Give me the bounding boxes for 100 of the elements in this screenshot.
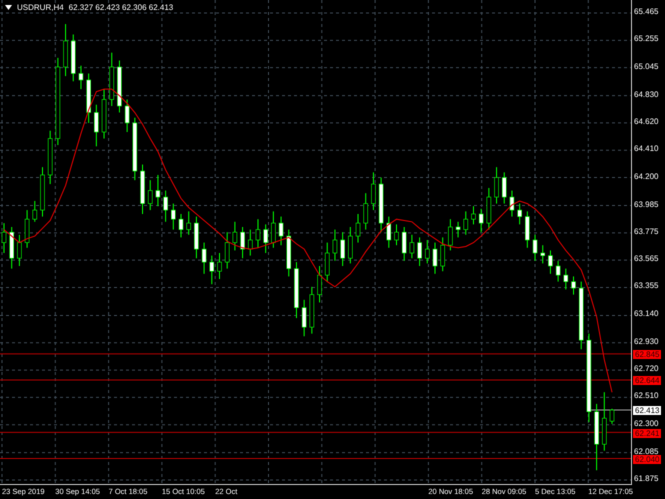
- price-tick-label: 62.720: [634, 364, 658, 374]
- price-tick-label: 62.930: [634, 336, 658, 346]
- current-price-line: [590, 410, 631, 411]
- candlestick: [532, 234, 538, 262]
- candlestick: [248, 229, 253, 256]
- price-tick-label: 62.085: [634, 446, 658, 456]
- candlestick: [332, 229, 338, 262]
- current-price-label: 62.413: [633, 406, 662, 414]
- candlestick: [540, 244, 546, 264]
- candlestick: [548, 250, 553, 274]
- level-price-label: 62.241: [633, 428, 662, 438]
- candlestick: [17, 234, 22, 267]
- candlestick: [156, 174, 160, 207]
- candlestick: [232, 221, 238, 251]
- candlestick: [217, 252, 222, 280]
- candlestick: [171, 203, 176, 230]
- candlestick: [86, 73, 91, 124]
- candlestick: [378, 177, 384, 233]
- candlestick: [340, 232, 345, 267]
- price-tick-label: 63.355: [634, 281, 658, 290]
- candlestick: [9, 226, 14, 270]
- level-price-label: 62.845: [633, 350, 662, 360]
- candlestick: [70, 34, 76, 82]
- candlestick: [202, 242, 206, 274]
- price-tick-label: 64.410: [634, 144, 658, 154]
- candlestick: [140, 164, 145, 214]
- candlestick: [363, 192, 368, 230]
- dropdown-triangle-icon[interactable]: [5, 5, 12, 10]
- candlestick: [556, 260, 560, 282]
- candlestick: [571, 276, 576, 296]
- candlestick: [356, 213, 360, 244]
- candlestick: [210, 255, 214, 285]
- chart-ohlc: 62.327 62.423 62.306 62.413: [68, 3, 174, 12]
- candlestick: [78, 65, 84, 90]
- candlestick: [486, 187, 492, 230]
- candlestick: [502, 172, 507, 204]
- candlestick: [410, 234, 414, 259]
- candlestick: [517, 203, 522, 225]
- candlestick: [324, 242, 330, 282]
- candlestick: [564, 268, 568, 290]
- candlestick: [478, 208, 484, 233]
- candlestick: [432, 242, 438, 274]
- candlestick: [494, 166, 499, 204]
- candlestick: [224, 232, 230, 270]
- candlestick: [271, 210, 276, 248]
- candlestick: [278, 216, 284, 246]
- candlestick: [240, 226, 245, 259]
- candlestick: [317, 266, 322, 303]
- candlestick: [194, 216, 199, 259]
- price-tick-label: 65.465: [634, 7, 658, 16]
- candlestick: [456, 221, 460, 238]
- candlestick: [425, 240, 430, 264]
- candlestick: [610, 408, 614, 424]
- price-tick-label: 65.255: [634, 34, 658, 44]
- price-tick-label: 62.510: [634, 391, 658, 400]
- price-tick-label: 64.620: [634, 116, 658, 126]
- candlestick: [294, 262, 299, 319]
- candlestick: [471, 206, 476, 225]
- candlestick: [417, 236, 422, 267]
- candlestick: [263, 224, 268, 254]
- price-tick-label: 63.140: [634, 309, 658, 318]
- candlestick: [371, 172, 376, 211]
- candlestick: [32, 200, 38, 222]
- price-tick-label: 64.200: [634, 172, 658, 181]
- price-tick-label: 62.300: [634, 418, 658, 428]
- price-tick-label: 63.985: [634, 200, 658, 209]
- candlestick: [48, 130, 52, 185]
- level-price-label: 62.644: [633, 376, 662, 386]
- candlestick: [102, 88, 106, 140]
- candlestick: [94, 104, 99, 147]
- candlestick: [186, 210, 192, 236]
- candlestick: [348, 226, 353, 264]
- candlestick: [386, 216, 392, 248]
- candlestick: [117, 60, 122, 114]
- chart-symbol: USDRUR,H4: [17, 3, 64, 12]
- candlestick: [440, 236, 445, 272]
- candlestick: [602, 392, 607, 452]
- candlestick: [448, 218, 453, 251]
- candlestick: [132, 117, 138, 181]
- candlestick: [40, 166, 45, 218]
- price-tick-label: 63.775: [634, 226, 658, 236]
- candlestick: [525, 210, 530, 248]
- candlestick: [63, 24, 68, 77]
- candlestick: [594, 403, 599, 471]
- price-tick-label: 61.875: [634, 474, 658, 483]
- candlestick: [148, 180, 153, 211]
- candlestick: [578, 281, 584, 350]
- candlestick: [286, 229, 292, 277]
- candlestick: [402, 226, 406, 262]
- level-price-label: 62.040: [633, 455, 662, 464]
- candlestick: [109, 52, 114, 106]
- candlestick: [394, 224, 399, 246]
- candlestick: [463, 210, 468, 236]
- price-tick-label: 63.565: [634, 254, 658, 264]
- price-tick-label: 65.045: [634, 62, 658, 71]
- candlestick: [310, 286, 314, 334]
- price-tick-label: 64.830: [634, 90, 658, 99]
- candlestick: [302, 299, 306, 337]
- candlestick: [256, 218, 260, 248]
- candlestick: [24, 210, 30, 248]
